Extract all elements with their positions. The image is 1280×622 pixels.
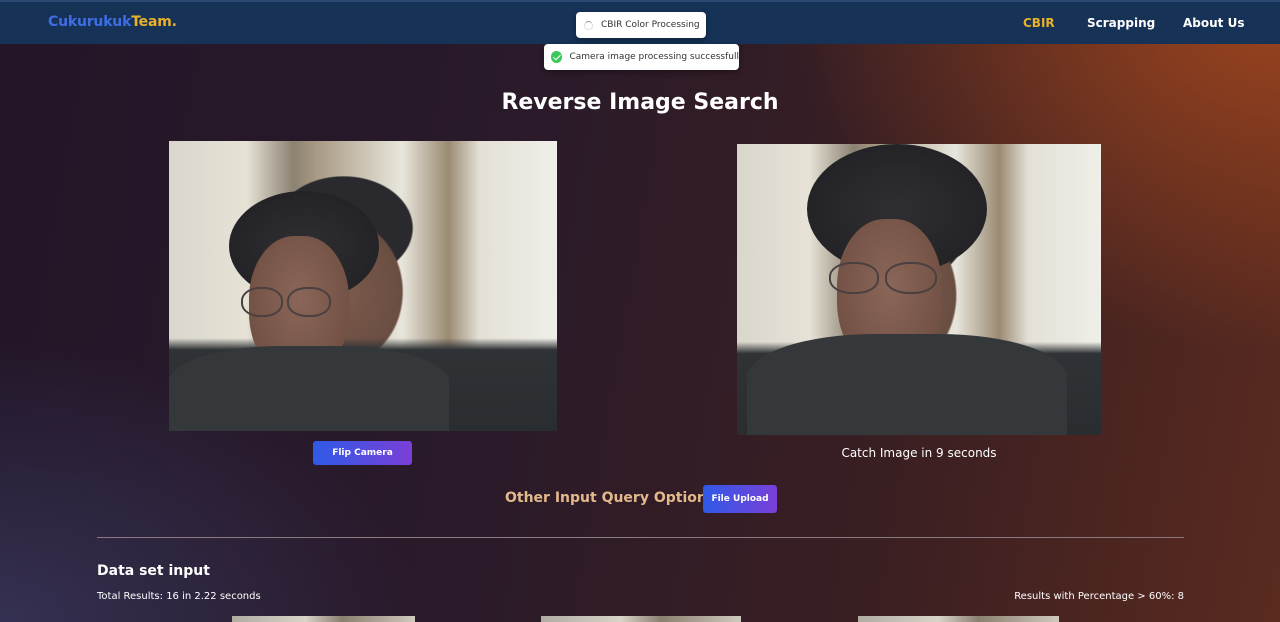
- other-input-label: Other Input Query Option:: [505, 490, 713, 506]
- logo-part2: Team.: [131, 14, 177, 30]
- result-thumbnail[interactable]: [232, 616, 415, 622]
- capture-countdown-caption: Catch Image in 9 seconds: [841, 446, 997, 460]
- nav-link-about-us[interactable]: About Us: [1183, 16, 1244, 30]
- logo-part1: Cukurukuk: [48, 14, 132, 30]
- logo[interactable]: CukurukukTeam.: [48, 14, 177, 30]
- result-thumbnail[interactable]: [541, 616, 741, 622]
- captured-image: [737, 144, 1101, 435]
- success-toast: Camera image processing successfull: [544, 44, 739, 70]
- section-divider: [97, 537, 1184, 538]
- spinner-icon: [584, 20, 593, 30]
- check-circle-icon: [551, 51, 563, 63]
- percentage-results-text: Results with Percentage > 60%: 8: [1014, 591, 1184, 602]
- flip-camera-button[interactable]: Flip Camera: [313, 441, 412, 465]
- success-toast-text: Camera image processing successfull: [569, 52, 739, 62]
- live-camera-feed: [169, 141, 557, 431]
- dataset-section-title: Data set input: [97, 563, 210, 579]
- nav-link-cbir[interactable]: CBIR: [1023, 16, 1055, 30]
- file-upload-button[interactable]: File Upload: [703, 485, 777, 513]
- nav-link-scrapping[interactable]: Scrapping: [1087, 16, 1155, 30]
- result-thumbnail[interactable]: [858, 616, 1059, 622]
- total-results-text: Total Results: 16 in 2.22 seconds: [97, 591, 261, 602]
- loading-toast: CBIR Color Processing: [576, 12, 706, 38]
- loading-toast-text: CBIR Color Processing: [601, 20, 700, 30]
- page-title: Reverse Image Search: [501, 90, 779, 115]
